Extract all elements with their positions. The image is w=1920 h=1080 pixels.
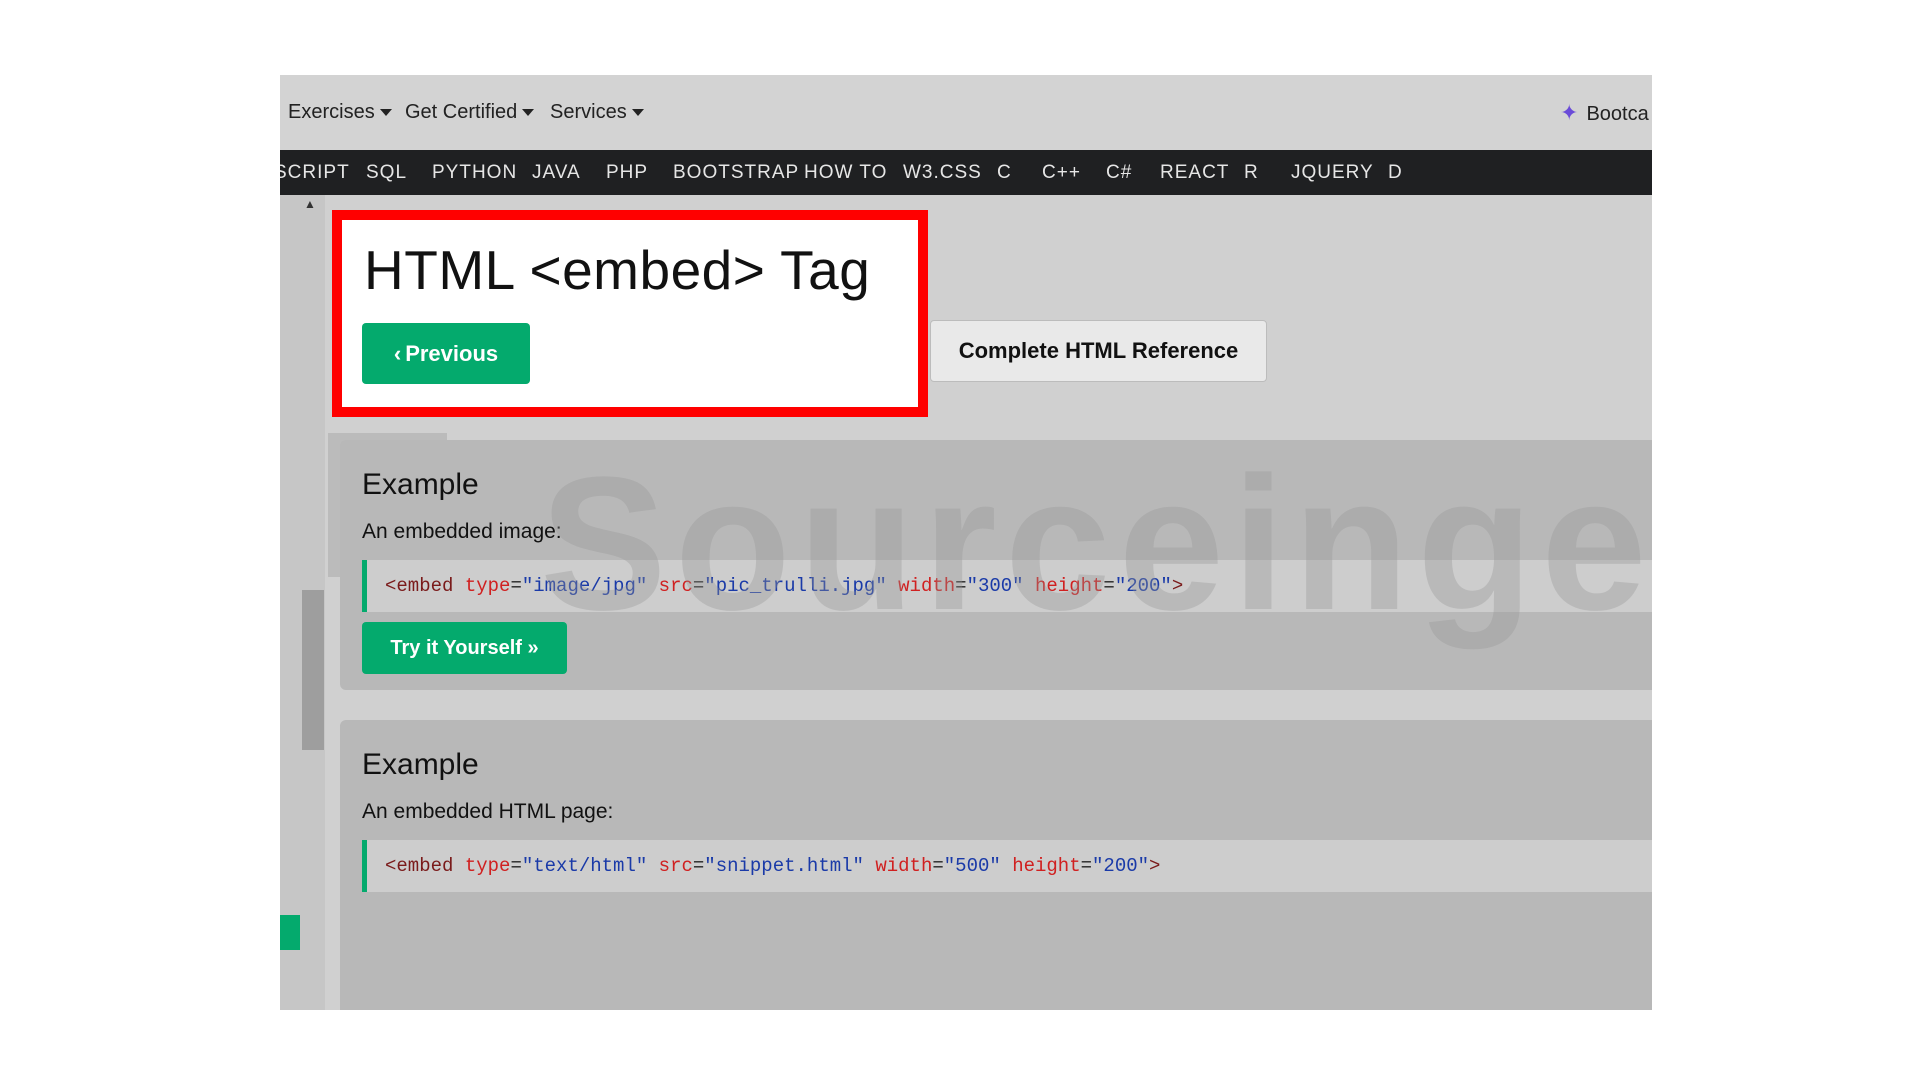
menu-services[interactable]: Services: [550, 75, 644, 150]
nav-link-w3css[interactable]: W3.CSS: [903, 150, 982, 195]
top-bar: Exercises Get Certified Services ✦ Bootca: [280, 75, 1652, 150]
page-title: HTML <embed> Tag: [364, 239, 871, 301]
code-tag-open: <embed: [385, 855, 454, 877]
highlighted-header-box: HTML <embed> Tag ‹ Previous: [332, 210, 928, 417]
nav-link-javascript[interactable]: SCRIPT: [280, 150, 350, 195]
code-snippet: <embed type="text/html" src="snippet.htm…: [362, 840, 1652, 892]
menu-exercises[interactable]: Exercises: [288, 75, 392, 150]
menu-services-label: Services: [550, 101, 627, 123]
complete-html-reference-label: Complete HTML Reference: [958, 338, 1239, 363]
example-heading: Example: [362, 468, 479, 501]
nav-link-python[interactable]: PYTHON: [432, 150, 517, 195]
nav-link-react[interactable]: REACT: [1160, 150, 1229, 195]
topic-navbar: SCRIPT SQL PYTHON JAVA PHP BOOTSTRAP HOW…: [280, 150, 1652, 195]
code-attr-name: width: [898, 575, 956, 597]
code-attr-value: "snippet.html": [704, 855, 864, 877]
menu-get-certified[interactable]: Get Certified: [405, 75, 535, 150]
example-heading: Example: [362, 748, 479, 781]
code-attr-name: src: [658, 575, 693, 597]
bootcamp-link[interactable]: ✦ Bootca: [1560, 75, 1649, 150]
code-attr-name: src: [658, 855, 693, 877]
sidebar-active-marker: [280, 915, 300, 950]
nav-link-c[interactable]: C: [997, 150, 1012, 195]
code-attr-value: "text/html": [521, 855, 648, 877]
nav-link-how-to[interactable]: HOW TO: [804, 150, 887, 195]
nav-link-jquery[interactable]: JQUERY: [1291, 150, 1374, 195]
previous-button[interactable]: ‹ Previous: [362, 323, 530, 384]
chevron-left-icon: ‹: [393, 340, 402, 366]
code-attr-value: "image/jpg": [521, 575, 648, 597]
complete-html-reference-button[interactable]: Complete HTML Reference: [930, 320, 1267, 382]
code-attr-name: width: [875, 855, 933, 877]
code-attr-value: "500": [943, 855, 1001, 877]
code-attr-value: "200": [1114, 575, 1172, 597]
nav-link-cpp[interactable]: C++: [1042, 150, 1081, 195]
example-description: An embedded HTML page:: [362, 800, 614, 823]
nav-link-r[interactable]: R: [1244, 150, 1259, 195]
menu-get-certified-label: Get Certified: [405, 101, 518, 123]
code-tag-close: >: [1149, 855, 1161, 877]
sparkle-icon: ✦: [1560, 100, 1579, 125]
code-attr-value: "200": [1092, 855, 1150, 877]
code-attr-name: height: [1012, 855, 1081, 877]
code-tag-close: >: [1171, 575, 1184, 597]
code-tag-open: <embed: [385, 575, 454, 597]
scroll-up-arrow-icon[interactable]: ▲: [304, 197, 316, 211]
nav-link-java[interactable]: JAVA: [532, 150, 581, 195]
screenshot-frame: Exercises Get Certified Services ✦ Bootca…: [280, 75, 1652, 1010]
nav-link-csharp[interactable]: C#: [1106, 150, 1132, 195]
example-panel: Example An embedded HTML page: <embed ty…: [340, 720, 1652, 1010]
code-attr-name: type: [464, 855, 511, 877]
code-attr-value: "300": [966, 575, 1024, 597]
caret-down-icon: [631, 109, 644, 117]
nav-link-next[interactable]: D: [1388, 150, 1403, 195]
caret-down-icon: [522, 109, 535, 117]
try-it-yourself-label: Try it Yourself »: [390, 636, 539, 659]
example-panel: Example An embedded image: <embed type="…: [340, 440, 1652, 690]
sidebar-scrollbar-thumb[interactable]: [302, 590, 324, 750]
previous-button-label: Previous: [405, 340, 499, 366]
try-it-yourself-button[interactable]: Try it Yourself »: [362, 622, 567, 674]
nav-link-sql[interactable]: SQL: [366, 150, 407, 195]
menu-exercises-label: Exercises: [288, 101, 375, 123]
code-attr-name: height: [1034, 575, 1104, 597]
code-attr-value: "pic_trulli.jpg": [704, 575, 887, 597]
example-description: An embedded image:: [362, 520, 562, 543]
nav-link-php[interactable]: PHP: [606, 150, 648, 195]
caret-down-icon: [379, 109, 392, 117]
code-attr-name: type: [464, 575, 511, 597]
nav-link-bootstrap[interactable]: BOOTSTRAP: [673, 150, 799, 195]
bootcamp-label: Bootca: [1586, 103, 1649, 125]
code-snippet: <embed type="image/jpg" src="pic_trulli.…: [362, 560, 1652, 612]
left-sidebar: ▲: [280, 195, 325, 1010]
